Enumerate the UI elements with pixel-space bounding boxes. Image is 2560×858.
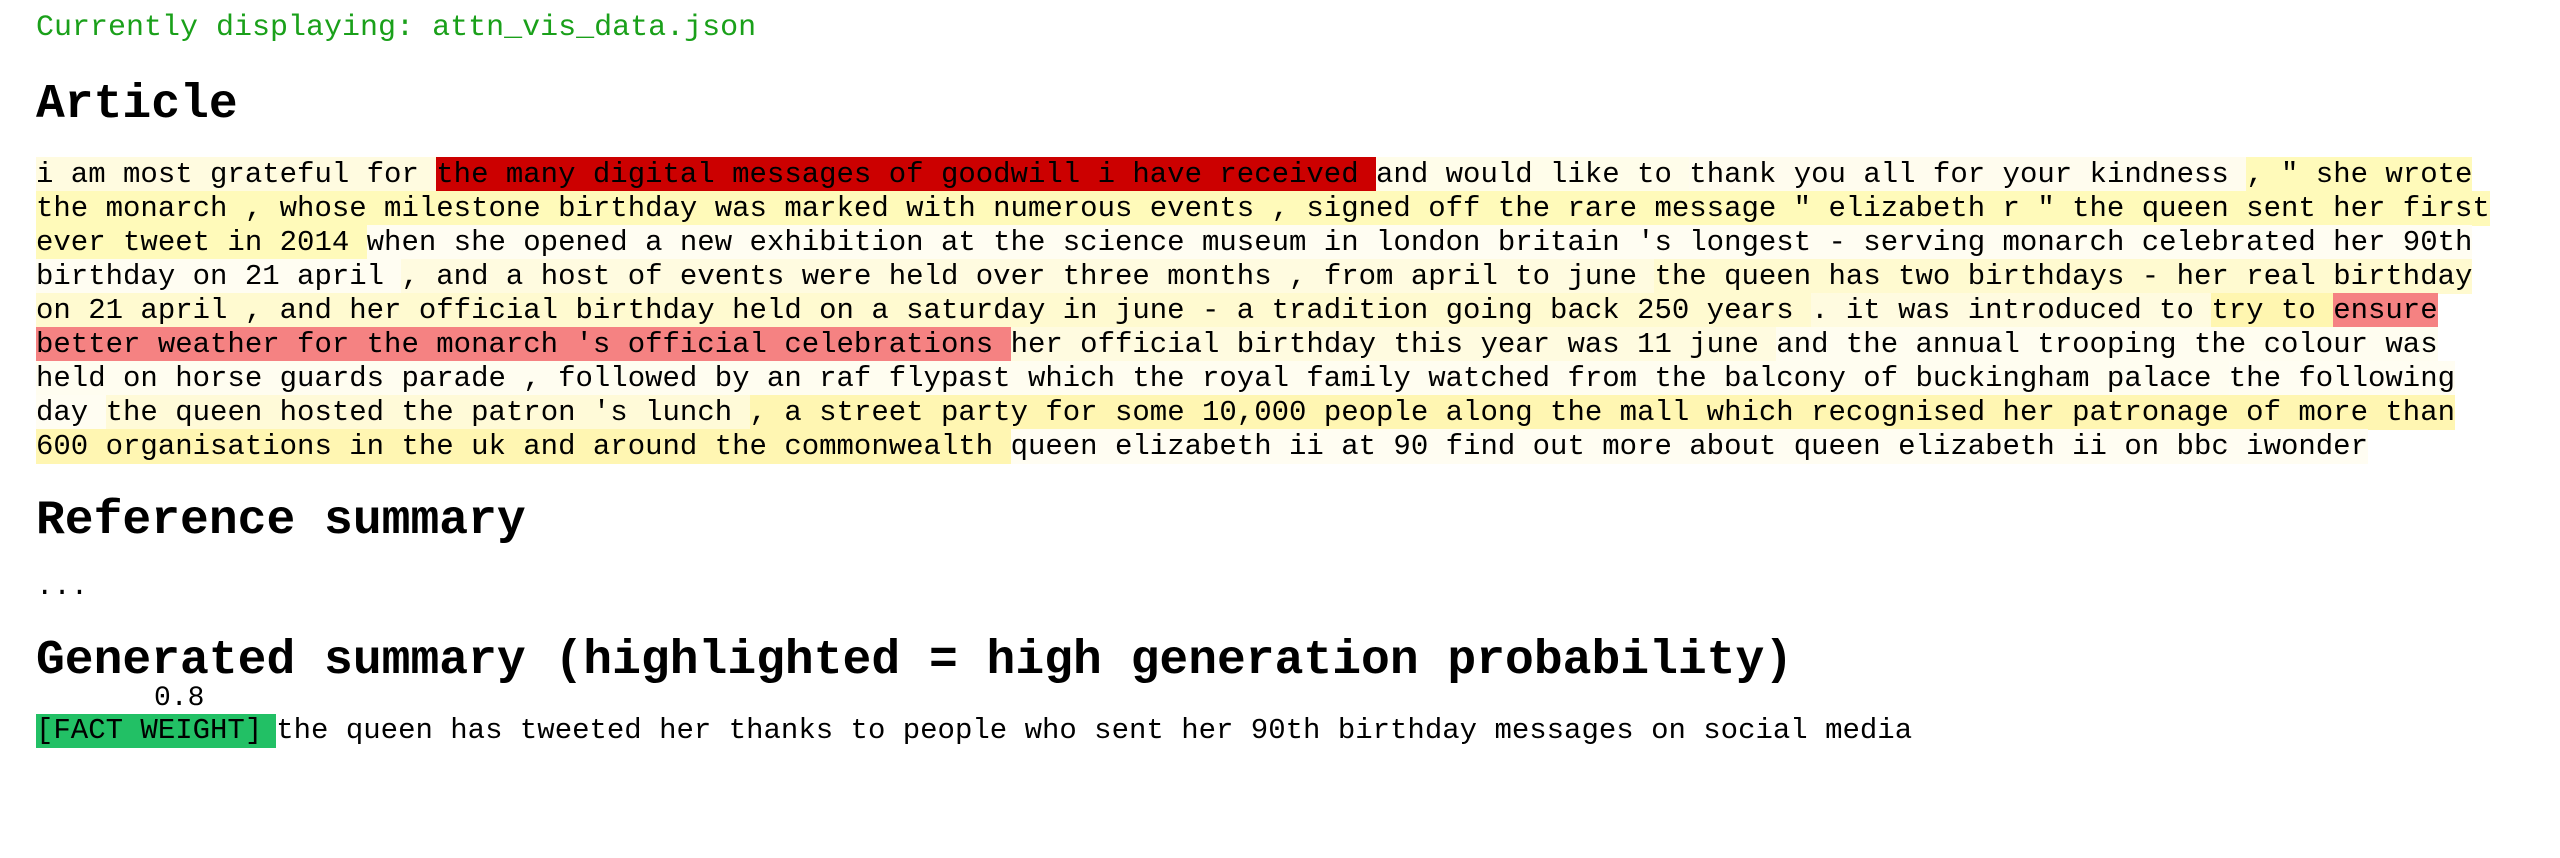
article-token: the many digital messages of goodwill i … [436,157,1377,192]
article-token: thank you all for your kindness [1689,157,2247,192]
article-token: and would like to [1376,157,1690,192]
article-token: try to [2211,293,2334,328]
fact-weight-label: [FACT WEIGHT] [36,714,263,747]
generated-summary-text: the queen has tweeted her thanks to peop… [276,714,1913,747]
article-heading: Article [36,78,238,132]
article-token: i am most grateful for [36,157,437,192]
article-token: , and a host of events were held over th… [401,259,1655,294]
article-body: i am most grateful for the many digital … [36,157,2524,464]
article-token: her official birthday this year was 11 j… [1010,327,1777,362]
fact-weight-value: 0.8 [154,683,205,714]
article-token: the queen hosted the patron 's lunch [105,395,750,430]
generated-summary: 0.8 [FACT WEIGHT] the queen has tweeted he… [36,684,2524,748]
article-token: . it was introduced to [1811,293,2212,328]
attention-visualization-page: Currently displaying: attn_vis_data.json… [0,0,2560,748]
article-token: queen elizabeth ii at 90 find out more a… [1010,429,2368,464]
fact-weight-tag: 0.8 [FACT WEIGHT] [36,684,277,748]
reference-summary-text: ... [36,570,89,603]
current-file-status: Currently displaying: attn_vis_data.json [36,11,757,45]
reference-summary-heading: Reference summary [36,494,526,548]
generated-summary-heading: Generated summary (highlighted = high ge… [36,634,1794,688]
